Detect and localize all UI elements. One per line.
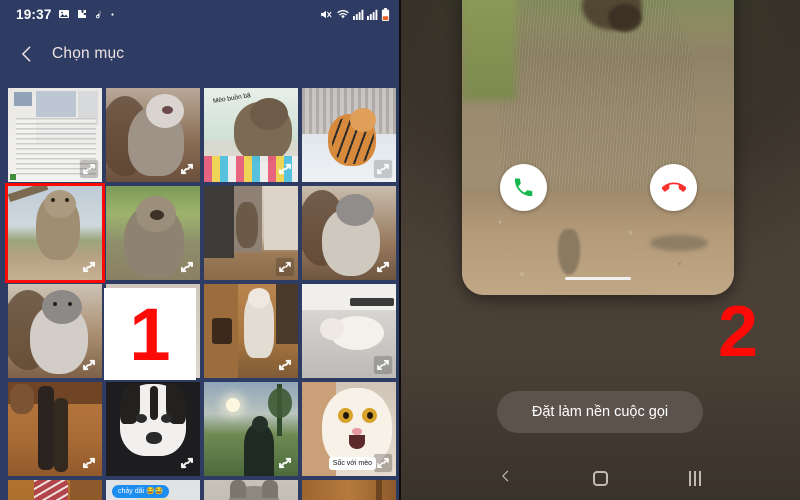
step-marker-2: 2: [717, 292, 758, 372]
phone-accept-icon: [514, 178, 533, 197]
picker-header: Chọn mục: [0, 28, 400, 80]
phone-decline-icon: [661, 181, 686, 192]
expand-arrows-icon[interactable]: [373, 159, 393, 179]
grid-item-thumb-sunset[interactable]: [204, 382, 298, 476]
grid-item-thumb-cat-floor[interactable]: [302, 284, 396, 378]
thumbnail-caption: chảy dãi 😂😂: [112, 485, 170, 498]
status-bar: 19:37: [0, 0, 400, 28]
expand-arrows-icon[interactable]: [79, 159, 99, 179]
expand-arrows-icon[interactable]: [79, 257, 99, 277]
grid-item-thumb-cat-grey[interactable]: [204, 480, 298, 500]
signal-bars-icon: [353, 9, 364, 20]
grid-item-thumb-tiger[interactable]: [302, 88, 396, 182]
grid-item-thumb-legs[interactable]: [8, 382, 102, 476]
nav-home-icon[interactable]: [592, 470, 608, 486]
expand-arrows-icon[interactable]: [79, 355, 99, 375]
expand-arrows-icon[interactable]: [275, 257, 295, 277]
expand-arrows-icon[interactable]: [79, 453, 99, 473]
call-wallpaper-preview-panel: 2 Đặt làm nền cuộc gọi: [400, 0, 800, 500]
dot-icon: [110, 12, 115, 17]
step-marker-1: 1: [104, 288, 196, 380]
puzzle-app-icon: [76, 8, 88, 20]
expand-arrows-icon[interactable]: [373, 355, 393, 375]
grid-item-thumb-quokka-1[interactable]: [5, 183, 105, 283]
tiktok-note-icon: [94, 9, 104, 20]
status-bar-left: 19:37: [16, 7, 115, 22]
expand-arrows-icon[interactable]: [177, 453, 197, 473]
set-call-wallpaper-button[interactable]: Đặt làm nền cuộc gọi: [497, 391, 703, 433]
grid-item-thumb-quokka-2[interactable]: [106, 186, 200, 280]
grid-item-thumb-food[interactable]: chảy dãi 😂😂: [106, 480, 200, 500]
grid-item-thumb-cat-chair-1[interactable]: [106, 88, 200, 182]
status-clock: 19:37: [16, 6, 52, 22]
expand-arrows-icon[interactable]: [373, 257, 393, 277]
grid-item-thumb-document[interactable]: [8, 88, 102, 182]
thumbnail-caption: Sốc với mèo: [328, 457, 376, 470]
grid-item-thumb-meat[interactable]: [8, 480, 102, 500]
gallery-picker-panel: 19:37 Chọn mục Mèo buồn bã Sốc với mèo c…: [0, 0, 400, 500]
grid-item-thumb-wood[interactable]: [302, 480, 396, 500]
grid-item-thumb-cat-chair-3[interactable]: [8, 284, 102, 378]
set-wallpaper-button-wrap: Đặt làm nền cuộc gọi: [497, 391, 703, 433]
status-bar-right: [319, 7, 390, 21]
grid-item-thumb-cat-stand[interactable]: [204, 284, 298, 378]
android-navbar: [400, 456, 800, 500]
screenshot-root: 19:37 Chọn mục Mèo buồn bã Sốc với mèo c…: [0, 0, 800, 500]
wifi-icon: [336, 8, 350, 20]
image-icon: [58, 8, 70, 20]
expand-arrows-icon[interactable]: [275, 159, 295, 179]
nav-recents-icon[interactable]: [689, 470, 702, 486]
thumbnail-image: [302, 480, 396, 500]
call-screen-preview-card: [462, 0, 734, 295]
thumbnail-image: [204, 480, 298, 500]
expand-arrows-icon[interactable]: [373, 453, 393, 473]
grid-item-thumb-cat-door[interactable]: [204, 186, 298, 280]
thumbnail-image: [8, 480, 102, 500]
nav-back-icon[interactable]: [499, 467, 512, 490]
accept-call-button[interactable]: [500, 164, 547, 211]
expand-arrows-icon[interactable]: [177, 257, 197, 277]
page-title: Chọn mục: [52, 45, 125, 62]
expand-arrows-icon[interactable]: [275, 355, 295, 375]
mute-volume-icon: [319, 8, 333, 21]
battery-icon: [381, 7, 390, 21]
wallpaper-preview-image: [462, 0, 734, 295]
signal-bars-2-icon: [367, 9, 378, 20]
back-chevron-icon[interactable]: [18, 45, 36, 63]
grid-item-thumb-cat-sad[interactable]: Mèo buồn bã: [204, 88, 298, 182]
photo-grid: Mèo buồn bã Sốc với mèo chảy dãi 😂😂: [5, 88, 396, 500]
home-indicator-bar: [565, 277, 631, 280]
grid-item-thumb-cat-chair-2[interactable]: [302, 186, 396, 280]
decline-call-button[interactable]: [650, 164, 697, 211]
grid-item-thumb-husky[interactable]: [106, 382, 200, 476]
expand-arrows-icon[interactable]: [177, 159, 197, 179]
expand-arrows-icon[interactable]: [275, 453, 295, 473]
panel-divider: [399, 0, 401, 500]
grid-item-thumb-shock-cat[interactable]: Sốc với mèo: [302, 382, 396, 476]
